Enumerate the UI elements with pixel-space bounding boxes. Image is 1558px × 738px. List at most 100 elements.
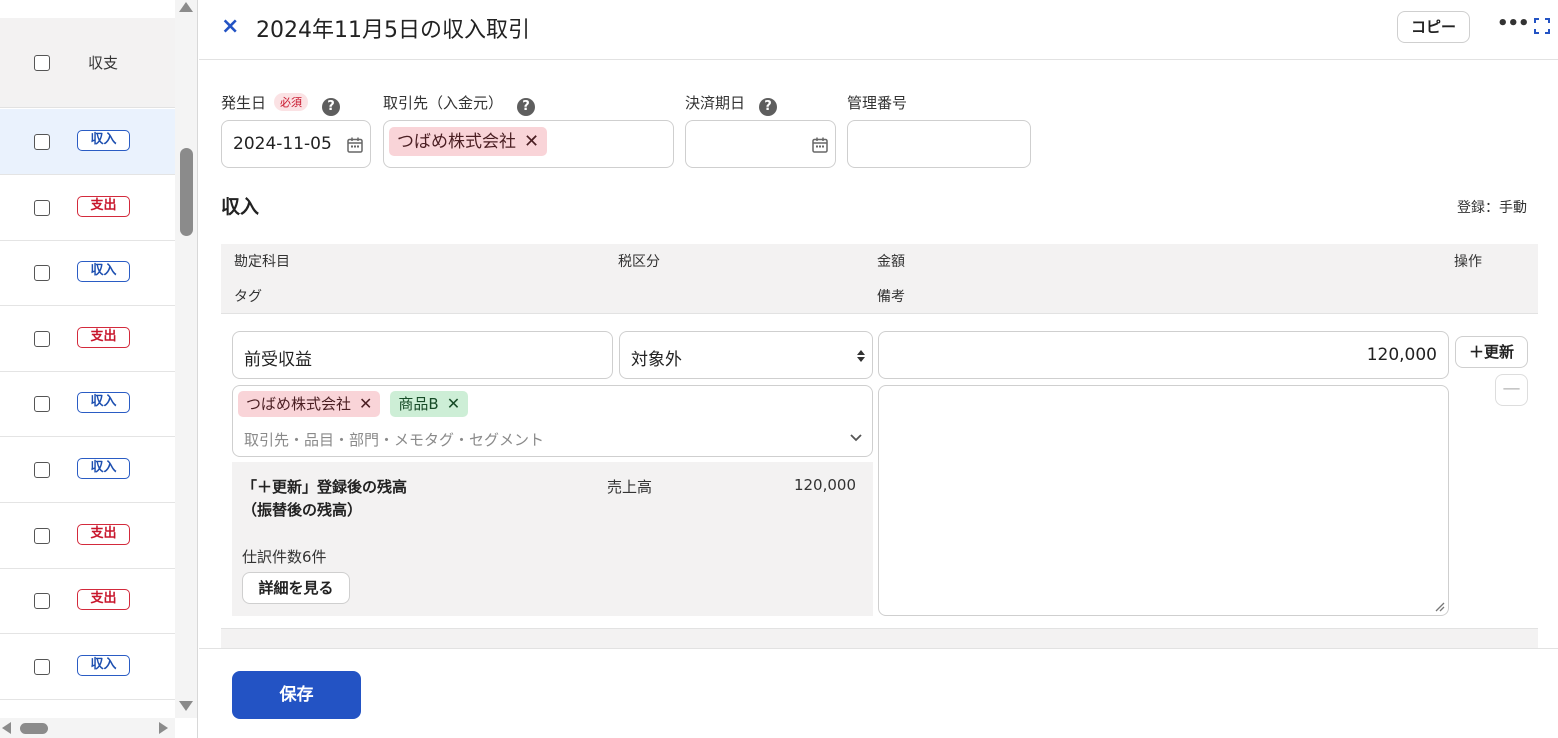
more-options-icon[interactable]: ••• xyxy=(1497,13,1530,34)
column-tax: 税区分 xyxy=(618,254,660,270)
tax-value: 対象外 xyxy=(631,350,682,370)
date-label-text: 発生日 xyxy=(221,94,267,112)
column-account: 勘定科目 xyxy=(234,254,290,270)
transaction-list-panel: 収支 収入 支出 収入 支出 収入 収入 支出 支出 収入 xyxy=(0,0,198,738)
tag-chip-label: 商品B xyxy=(398,395,439,413)
row-checkbox[interactable] xyxy=(34,593,50,610)
partner-field-label: 取引先（入金元）? xyxy=(383,92,536,116)
amount-value: 120,000 xyxy=(1366,345,1437,365)
row-checkbox[interactable] xyxy=(34,134,50,150)
column-tag: タグ xyxy=(234,289,262,305)
list-row[interactable]: 支出 xyxy=(0,175,175,241)
detail-header: × 2024年11月5日の収入取引 コピー ••• xyxy=(199,0,1558,60)
date-input-value: 2024-11-05 xyxy=(233,134,332,154)
row-checkbox[interactable] xyxy=(34,527,50,544)
income-badge: 収入 xyxy=(77,654,130,676)
section-title: 収入 xyxy=(221,196,260,218)
remove-chip-icon[interactable]: ✕ xyxy=(359,394,372,413)
partner-input[interactable]: つばめ株式会社 ✕ xyxy=(383,120,674,168)
row-checkbox[interactable] xyxy=(34,658,50,675)
scroll-up-icon[interactable] xyxy=(179,2,193,12)
list-header: 収支 xyxy=(0,18,175,108)
help-icon[interactable]: ? xyxy=(517,98,536,116)
scroll-right-icon[interactable] xyxy=(159,722,168,734)
list-row[interactable]: 収入 xyxy=(0,437,175,503)
balance-label-line2: （振替後の残高） xyxy=(242,501,363,519)
date-field-label: 発生日 必須? xyxy=(221,92,341,116)
transaction-detail-panel: × 2024年11月5日の収入取引 コピー ••• 発生日 必須? 取引先（入金元… xyxy=(199,0,1558,738)
help-icon[interactable]: ? xyxy=(759,98,778,116)
amount-input[interactable]: 120,000 xyxy=(878,331,1449,379)
list-header-label: 収支 xyxy=(88,54,119,72)
list-row[interactable]: 支出 xyxy=(0,306,175,372)
calendar-icon[interactable] xyxy=(811,136,829,154)
add-update-button[interactable]: ＋更新 xyxy=(1455,336,1528,368)
calendar-icon[interactable] xyxy=(346,136,364,154)
date-input[interactable]: 2024-11-05 xyxy=(221,120,371,168)
list-row[interactable]: 収入 xyxy=(0,109,175,175)
partner-chip-label: つばめ株式会社 xyxy=(397,132,516,152)
scroll-down-icon[interactable] xyxy=(179,701,193,711)
list-row[interactable]: 収入 xyxy=(0,371,175,438)
balance-account: 売上高 xyxy=(607,478,653,496)
account-value: 前受収益 xyxy=(244,350,312,370)
tag-chip-list: つばめ株式会社 ✕ 商品B ✕ xyxy=(238,391,469,417)
remove-row-button[interactable]: — xyxy=(1495,374,1528,406)
expand-icon[interactable] xyxy=(1534,18,1550,34)
management-number-label: 管理番号 xyxy=(847,94,908,112)
tax-select[interactable]: 対象外 xyxy=(619,331,873,379)
list-row[interactable]: 支出 xyxy=(0,568,175,635)
column-amount: 金額 xyxy=(877,254,905,270)
select-all-checkbox[interactable] xyxy=(34,55,50,71)
next-row-strip xyxy=(221,628,1538,648)
account-input[interactable]: 前受収益 xyxy=(232,331,613,379)
column-note: 備考 xyxy=(877,289,905,305)
due-date-input[interactable] xyxy=(685,120,836,168)
page-title: 2024年11月5日の収入取引 xyxy=(256,18,530,43)
tag-chip: 商品B ✕ xyxy=(390,391,469,417)
partner-label-text: 取引先（入金元） xyxy=(383,94,504,112)
remove-chip-icon[interactable]: ✕ xyxy=(447,394,460,413)
management-number-input[interactable] xyxy=(847,120,1031,168)
resize-handle-icon[interactable] xyxy=(1435,602,1445,612)
row-checkbox[interactable] xyxy=(34,330,50,347)
column-action: 操作 xyxy=(1454,254,1482,270)
income-badge: 収入 xyxy=(77,392,130,414)
tag-input[interactable]: つばめ株式会社 ✕ 商品B ✕ 取引先・品目・部門・メモタグ・セグメント xyxy=(232,385,873,457)
row-checkbox[interactable] xyxy=(34,462,50,478)
balance-panel: 「＋更新」登録後の残高 （振替後の残高） 売上高 120,000 仕訳件数6件 … xyxy=(232,462,873,616)
vertical-scrollbar[interactable] xyxy=(175,0,197,718)
copy-button[interactable]: コピー xyxy=(1397,11,1470,43)
scroll-left-icon[interactable] xyxy=(2,722,11,734)
expense-badge: 支出 xyxy=(77,195,130,217)
tag-chip-label: つばめ株式会社 xyxy=(246,395,352,413)
due-date-label-text: 決済期日 xyxy=(685,94,746,112)
tag-placeholder: 取引先・品目・部門・メモタグ・セグメント xyxy=(244,431,545,449)
row-checkbox[interactable] xyxy=(34,199,50,216)
row-checkbox[interactable] xyxy=(34,265,50,282)
note-textarea[interactable] xyxy=(878,385,1449,616)
table-header: 勘定科目 税区分 金額 操作 タグ 備考 xyxy=(221,244,1538,314)
tag-chip: つばめ株式会社 ✕ xyxy=(238,391,381,417)
chevron-down-icon[interactable] xyxy=(850,434,862,442)
help-icon[interactable]: ? xyxy=(322,98,341,116)
balance-amount: 120,000 xyxy=(793,476,856,494)
income-badge: 収入 xyxy=(77,261,130,283)
save-button[interactable]: 保存 xyxy=(232,671,361,719)
required-badge: 必須 xyxy=(274,93,309,111)
journal-count: 仕訳件数6件 xyxy=(242,548,327,566)
vertical-scroll-thumb[interactable] xyxy=(180,148,193,236)
horizontal-scroll-thumb[interactable] xyxy=(20,723,48,734)
list-row[interactable]: 収入 xyxy=(0,240,175,307)
select-arrows-icon xyxy=(857,350,865,362)
balance-label-line1: 「＋更新」登録後の残高 xyxy=(242,478,408,496)
expense-badge: 支出 xyxy=(77,523,130,545)
row-checkbox[interactable] xyxy=(34,396,50,413)
income-badge: 収入 xyxy=(77,130,130,151)
list-row[interactable]: 支出 xyxy=(0,503,175,569)
remove-chip-icon[interactable]: ✕ xyxy=(524,131,539,152)
expense-badge: 支出 xyxy=(77,589,130,611)
close-icon[interactable]: × xyxy=(221,14,239,39)
view-details-button[interactable]: 詳細を見る xyxy=(242,572,350,604)
list-row[interactable]: 収入 xyxy=(0,634,175,700)
